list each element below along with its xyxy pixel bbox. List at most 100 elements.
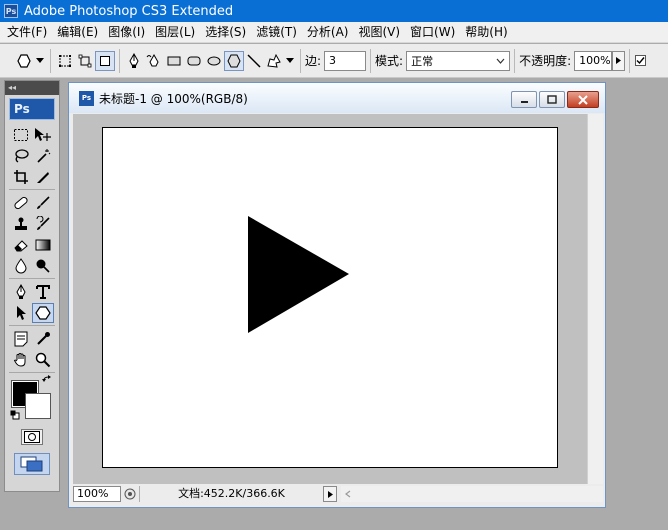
fill-pixels-button[interactable] [95,50,115,71]
custom-shape-button[interactable] [264,51,284,71]
freeform-pen-button[interactable] [144,51,164,71]
magic-wand-tool[interactable] [32,146,54,166]
marquee-tool[interactable] [10,125,32,145]
tool-row [5,349,59,370]
polygon-shape-tool[interactable] [32,302,54,323]
rectangle-tool-button[interactable] [164,51,184,71]
gradient-tool[interactable] [32,235,54,255]
menu-help[interactable]: 帮助(H) [460,22,512,43]
notes-tool[interactable] [10,329,32,349]
eraser-icon [14,239,28,251]
pen-tool[interactable] [10,282,32,302]
stamp-icon [15,217,27,230]
menu-image[interactable]: 图像(I) [103,22,150,43]
menu-filter[interactable]: 滤镜(T) [251,22,302,43]
crop-tool[interactable] [10,167,32,187]
blend-mode-value: 正常 [411,54,434,68]
geometry-options-arrow[interactable] [284,51,296,71]
type-t-icon [36,284,50,299]
tools-panel: ◂◂ Ps [4,80,60,492]
document-titlebar[interactable]: Ps 未标题-1 @ 100%(RGB/8) [69,83,605,113]
anti-alias-checkbox[interactable] [634,51,646,71]
sides-input[interactable]: 3 [324,50,367,71]
lasso-tool[interactable] [10,146,32,166]
photoshop-badge[interactable]: Ps [9,98,55,120]
panel-grip[interactable]: ◂◂ [5,81,59,95]
opacity-label: 不透明度: [519,54,572,68]
status-options-button[interactable] [121,486,139,502]
triangle-shape [248,216,349,333]
menu-view[interactable]: 视图(V) [353,22,405,43]
hand-tool[interactable] [10,350,32,370]
brush-tool[interactable] [32,193,54,213]
document-workspace [73,114,587,484]
tool-row [5,124,59,145]
opacity-slider-button[interactable] [612,50,626,71]
options-separator [629,48,631,73]
rounded-rectangle-button[interactable] [184,51,204,71]
dodge-tool[interactable] [32,256,54,276]
tool-separator [9,189,55,190]
document-window: Ps 未标题-1 @ 100%(RGB/8) 100% 文档:452.2K/36… [68,82,606,508]
move-icon [35,127,51,141]
type-tool[interactable] [32,282,54,302]
tool-preset-picker[interactable] [14,51,34,71]
background-color-swatch[interactable] [25,393,51,419]
custom-shape-icon [267,53,281,68]
pen-tool-button[interactable] [124,51,144,71]
clone-stamp-tool[interactable] [10,214,32,234]
opacity-input[interactable]: 100% [574,50,613,71]
marquee-icon [14,128,28,141]
paths-button[interactable] [75,51,95,71]
menu-file[interactable]: 文件(F) [0,22,52,43]
slice-tool[interactable] [32,167,54,187]
tool-row [5,328,59,349]
line-tool-button[interactable] [244,51,264,71]
hand-icon [13,352,26,367]
chevron-right-icon [327,490,333,498]
menu-select[interactable]: 选择(S) [200,22,251,43]
healing-brush-tool[interactable] [10,193,32,213]
screen-mode-button[interactable] [14,453,50,475]
default-colors-button[interactable] [10,409,20,423]
maximize-icon [547,95,557,104]
zoom-tool[interactable] [32,350,54,370]
close-button[interactable] [567,91,599,108]
image-canvas[interactable] [102,127,558,468]
status-menu-button[interactable] [323,486,337,502]
blur-tool[interactable] [10,256,32,276]
lasso-icon [15,148,29,163]
vertical-scrollbar[interactable] [587,114,603,484]
eyedropper-tool[interactable] [32,329,54,349]
water-drop-icon [15,257,27,273]
ellipse-tool-button[interactable] [204,51,224,71]
app-title: Adobe Photoshop CS3 Extended [24,3,234,19]
arrow-selection-icon [17,305,26,320]
eraser-tool[interactable] [10,235,32,255]
horizontal-scrollbar[interactable] [341,486,603,502]
move-tool[interactable] [32,125,54,145]
quick-mask-icon [24,431,40,443]
path-selection-tool[interactable] [10,303,32,323]
tool-row [5,302,59,323]
blend-mode-select[interactable]: 正常 [406,50,511,71]
maximize-button[interactable] [539,91,565,108]
quick-mask-button[interactable] [21,429,43,445]
options-bar: 边: 3 模式: 正常 不透明度: 100% [0,44,668,78]
shape-layers-button[interactable] [55,51,75,71]
note-icon [14,331,28,346]
right-panel-dock [610,80,668,530]
tool-separator [9,325,55,326]
menu-analysis[interactable]: 分析(A) [302,22,354,43]
menu-layer[interactable]: 图层(L) [150,22,200,43]
zoom-level-field[interactable]: 100% [73,486,121,502]
polygon-icon [17,53,31,68]
menu-edit[interactable]: 编辑(E) [52,22,103,43]
chevron-down-icon [286,57,294,63]
history-brush-tool[interactable] [32,214,54,234]
polygon-tool-button[interactable] [224,50,244,71]
menu-window[interactable]: 窗口(W) [405,22,460,43]
swap-colors-button[interactable] [42,375,53,389]
minimize-button[interactable] [511,91,537,108]
preset-dropdown-arrow[interactable] [34,51,46,71]
